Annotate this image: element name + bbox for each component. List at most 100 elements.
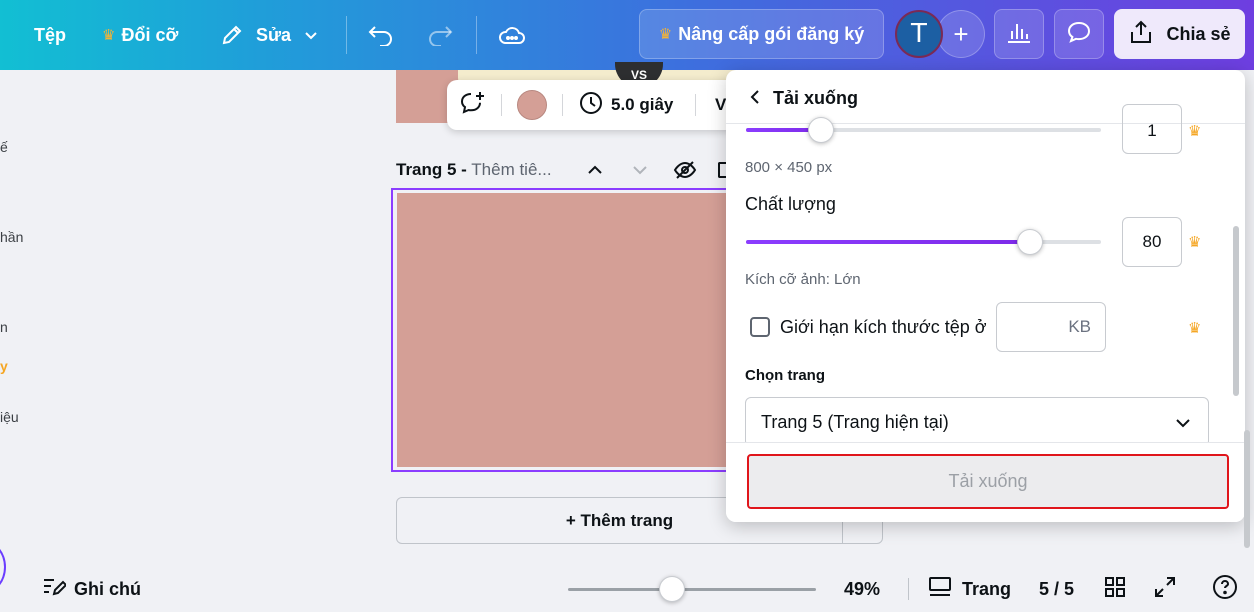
move-page-up-button[interactable] [585, 160, 605, 185]
page-select-value: Trang 5 (Trang hiện tại) [761, 411, 949, 432]
insights-button[interactable] [994, 9, 1044, 59]
redo-icon [427, 24, 453, 46]
toolbar-divider [501, 94, 502, 116]
chevron-down-icon [303, 27, 319, 43]
zoom-percentage[interactable]: 49% [844, 566, 880, 612]
sidebar-item-fragment[interactable]: y [0, 358, 8, 374]
limit-size-checkbox[interactable] [750, 317, 770, 337]
chevron-up-icon [585, 165, 605, 184]
timing-button[interactable]: 5.0 giây [579, 80, 673, 130]
pencil-icon [220, 23, 244, 47]
page-number-label: Trang 5 - [396, 160, 467, 179]
sidebar-item-fragment[interactable]: hần [0, 229, 23, 245]
page-title: Trang 5 - Thêm tiê... [396, 160, 552, 180]
crown-icon: ♛ [1188, 320, 1202, 337]
toolbar-cutoff-label: V [715, 95, 727, 114]
help-icon [1212, 574, 1238, 605]
page-subtitle-input[interactable]: Thêm tiê... [471, 160, 551, 179]
zoom-value: 49% [844, 578, 881, 599]
crown-icon: ♛ [1188, 234, 1202, 251]
quality-slider-fill [746, 240, 1030, 244]
help-button[interactable] [1212, 566, 1238, 612]
quality-value-input[interactable]: 80 [1122, 217, 1182, 267]
download-panel-footer: Tải xuống [726, 442, 1245, 522]
redo-button[interactable] [427, 0, 453, 70]
toolbar-divider [562, 94, 563, 116]
download-panel: Tải xuống 1 ♛ 800 × 450 px Chất lượng 80… [726, 70, 1245, 522]
chevron-down-icon [1174, 414, 1192, 437]
toolbar-divider [346, 16, 347, 54]
context-toolbar: 5.0 giây V [447, 80, 747, 130]
edit-menu-button[interactable]: Sửa [220, 0, 319, 70]
download-button[interactable]: Tải xuống [747, 454, 1229, 509]
comments-button[interactable] [1054, 9, 1104, 59]
size-slider-thumb[interactable] [808, 117, 834, 143]
crown-icon: ♛ [102, 27, 116, 44]
share-button[interactable]: Chia sẻ [1114, 9, 1245, 59]
plus-icon: + [953, 18, 969, 49]
zoom-slider-track[interactable] [568, 588, 816, 591]
invite-button[interactable]: + [937, 10, 985, 58]
color-swatch [517, 90, 547, 120]
eye-off-icon [673, 161, 697, 185]
top-bar: Tệp ♛ Đổi cỡ Sửa ♛ Nâng cấp gói đăng ký … [0, 0, 1254, 70]
sidebar-item-fragment[interactable]: ế [0, 139, 8, 155]
page-count: 5 / 5 [1039, 566, 1074, 612]
page-color-button[interactable] [517, 80, 547, 130]
limit-size-input[interactable]: KB [996, 302, 1106, 352]
sidebar-item-fragment[interactable]: n [0, 319, 8, 335]
chevron-down-icon [630, 166, 650, 184]
page-select-dropdown[interactable]: Trang 5 (Trang hiện tại) [745, 397, 1209, 447]
cloud-save-button[interactable] [498, 0, 526, 70]
notes-icon [42, 576, 68, 603]
limit-size-unit: KB [1068, 317, 1091, 336]
undo-icon [368, 24, 394, 46]
undo-button[interactable] [368, 0, 394, 70]
file-menu-button[interactable]: Tệp [34, 0, 66, 70]
share-label: Chia sẻ [1166, 23, 1231, 44]
image-size-text: Kích cỡ ảnh: Lớn [745, 271, 861, 288]
select-pages-heading: Chọn trang [745, 367, 825, 384]
expand-icon [1154, 576, 1176, 603]
quality-slider-thumb[interactable] [1017, 229, 1043, 255]
hide-page-button[interactable] [673, 159, 697, 186]
move-page-down-button[interactable] [630, 160, 650, 185]
page-scrollbar[interactable] [1244, 430, 1250, 548]
pages-view-button[interactable]: Trang [928, 566, 1011, 612]
sidebar-item-fragment[interactable]: iệu [0, 409, 19, 425]
grid-view-button[interactable] [1104, 566, 1126, 612]
notes-label: Ghi chú [74, 578, 141, 599]
comment-add-icon [459, 90, 487, 121]
fullscreen-button[interactable] [1154, 566, 1176, 612]
avatar-letter: T [911, 19, 927, 49]
toolbar-divider [476, 16, 477, 54]
crown-icon: ♛ [1188, 123, 1202, 140]
toolbar-overflow-item[interactable]: V [715, 80, 726, 130]
file-menu-label: Tệp [34, 24, 67, 45]
speech-bubble-icon [1066, 20, 1092, 49]
pages-label: Trang [962, 578, 1012, 599]
panel-scrollbar[interactable] [1233, 226, 1239, 396]
resize-label: Đổi cỡ [121, 24, 179, 45]
grid-icon [1104, 576, 1126, 603]
resize-button[interactable]: ♛ Đổi cỡ [102, 0, 178, 70]
clock-icon [579, 91, 603, 120]
dimensions-text: 800 × 450 px [745, 159, 833, 176]
toolbar-divider [695, 94, 696, 116]
quality-value: 80 [1142, 232, 1162, 251]
zoom-slider-thumb[interactable] [659, 576, 686, 602]
quality-label: Chất lượng [745, 194, 836, 214]
bottom-bar-divider [908, 578, 909, 600]
back-icon[interactable] [746, 88, 764, 111]
add-comment-button[interactable] [459, 80, 487, 130]
avatar[interactable]: T [895, 10, 943, 58]
size-value-input[interactable]: 1 [1122, 104, 1182, 154]
notes-button[interactable]: Ghi chú [42, 566, 141, 612]
upgrade-label: Nâng cấp gói đăng ký [678, 23, 865, 44]
upgrade-button[interactable]: ♛ Nâng cấp gói đăng ký [639, 9, 884, 59]
pages-icon [928, 576, 952, 603]
upload-icon [1128, 19, 1154, 50]
crown-icon: ♛ [658, 26, 673, 43]
cloud-icon [498, 23, 526, 47]
edit-label: Sửa [256, 24, 292, 45]
